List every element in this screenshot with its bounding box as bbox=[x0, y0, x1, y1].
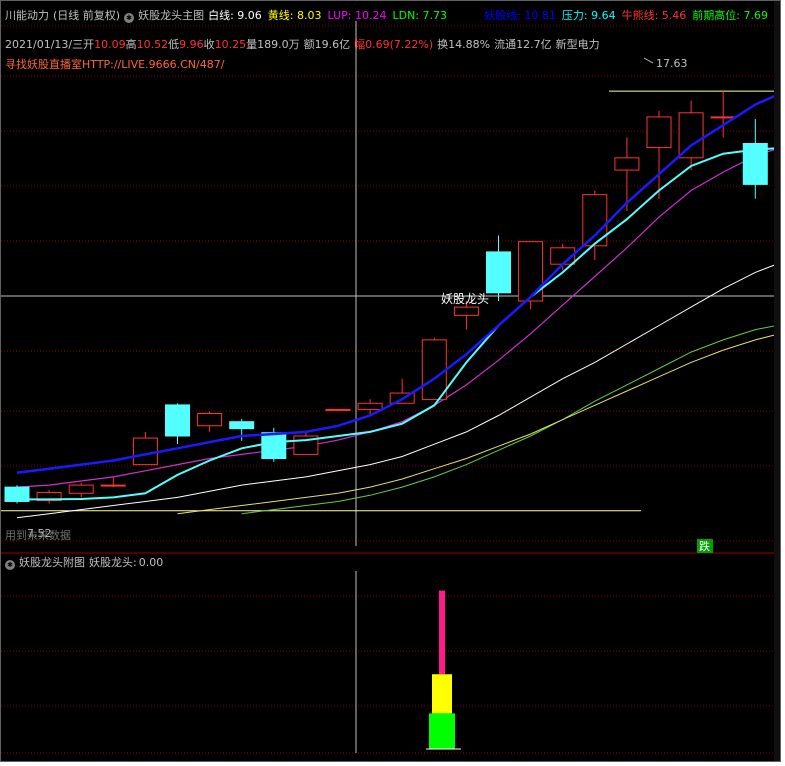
high-marker-arrow bbox=[643, 57, 654, 64]
candle-body-6 bbox=[197, 413, 223, 427]
price-chart[interactable]: 17.637.52用到未来数据妖股龙头跌 bbox=[1, 1, 781, 762]
change-label: 幅 bbox=[354, 38, 366, 51]
open-value: 10.09 bbox=[94, 38, 126, 51]
candle-body-5 bbox=[165, 404, 190, 437]
change-value: 0.69(7.22%) bbox=[365, 38, 434, 51]
cyan-line bbox=[17, 147, 780, 501]
low-value: 9.96 bbox=[179, 38, 204, 51]
candle-body-21 bbox=[678, 112, 704, 159]
indicator-values-right: 妖股线: 10.81 压力: 9.64 牛熊线: 5.46 前期高位: 7.69 bbox=[484, 9, 774, 23]
close-label: 收 bbox=[203, 38, 215, 51]
candle-body-2 bbox=[68, 484, 94, 494]
magenta-line bbox=[16, 147, 780, 488]
candle-body-14 bbox=[453, 306, 479, 316]
float-label: 流通 bbox=[494, 38, 517, 51]
candle-body-13 bbox=[421, 339, 447, 401]
candle-body-19 bbox=[614, 157, 640, 171]
turnover-label: 换 bbox=[437, 38, 449, 51]
indicator-value-1: 黄线: 8.03 bbox=[267, 9, 322, 22]
float-value: 12.7亿 bbox=[516, 38, 552, 51]
indicator-value-right-0: 妖股线: 10.81 bbox=[484, 9, 556, 22]
candle-body-20 bbox=[646, 116, 672, 149]
volume-label: 量 bbox=[246, 38, 258, 51]
indicator-value-right-3: 前期高位: 7.69 bbox=[692, 9, 768, 22]
main-chart-title: 妖股龙头主图 bbox=[138, 9, 205, 22]
turnover-value: 14.88% bbox=[448, 38, 491, 51]
period-label: (日线 前复权) bbox=[53, 9, 121, 22]
candle-body-3 bbox=[100, 484, 126, 487]
amount-value: 19.6亿 bbox=[314, 38, 351, 51]
indicator-value-0: 白线: 9.06 bbox=[208, 9, 262, 22]
high-label: 高 bbox=[125, 38, 137, 51]
sub-settings-gear-icon[interactable]: ✱ bbox=[5, 560, 15, 570]
indicator-header: 川能动力 (日线 前复权) ✱ 妖股龙头主图 白线: 9.06 黄线: 8.03 LUP: … bbox=[5, 9, 457, 23]
ad-link[interactable]: 寻找妖股直播室HTTP://LIVE.9666.CN/487/ bbox=[5, 58, 224, 72]
indicator-values-left: 白线: 9.06 黄线: 8.03 LUP: 10.24 LDN: 7.73 bbox=[208, 9, 453, 22]
indicator-value-right-2: 牛熊线: 5.46 bbox=[621, 9, 687, 22]
sub-chart-label: 妖股龙头 bbox=[89, 556, 133, 569]
sector-label: 新型电力 bbox=[555, 38, 600, 51]
candle-body-10 bbox=[325, 408, 351, 411]
white-line bbox=[16, 262, 780, 519]
low-label: 低 bbox=[168, 38, 180, 51]
quote-line: 2021/01/13/三开10.09高10.52低9.96收10.25量189.… bbox=[5, 38, 604, 52]
open-label: 开 bbox=[83, 38, 95, 51]
candle-body-15 bbox=[486, 251, 511, 294]
candle-body-16 bbox=[518, 241, 544, 302]
close-value: 10.25 bbox=[214, 38, 247, 51]
fall-badge: 跌 bbox=[699, 539, 710, 553]
sub-chart-header: ✱ 妖股龙头附图 妖股龙头: 0.00 bbox=[5, 556, 167, 570]
quote-date: 2021/01/13/三 bbox=[5, 38, 84, 51]
sub-bar-green bbox=[429, 713, 455, 749]
candle-body-22 bbox=[710, 116, 736, 119]
dragon-label: 妖股龙头 bbox=[441, 292, 489, 306]
settings-gear-icon[interactable]: ✱ bbox=[124, 13, 135, 23]
candle-body-8 bbox=[261, 432, 287, 459]
sub-bar-magenta bbox=[439, 590, 445, 675]
indicator-value-right-1: 压力: 9.64 bbox=[561, 9, 616, 22]
candle-body-4 bbox=[132, 437, 158, 466]
watermark-label: 用到未来数据 bbox=[5, 528, 71, 542]
indicator-value-2: LUP: 10.24 bbox=[327, 9, 387, 22]
right-scrollbar[interactable] bbox=[774, 1, 780, 761]
candle-body-7 bbox=[229, 421, 255, 430]
sub-chart-value: 0.00 bbox=[138, 556, 164, 569]
stock-name: 川能动力 bbox=[5, 9, 49, 22]
sub-bar-yellow bbox=[432, 674, 452, 714]
volume-value: 189.0万 bbox=[257, 38, 300, 51]
amount-label: 额 bbox=[303, 38, 315, 51]
chart-window: 17.63 7.52 用到未来数据 妖股龙头跌 川能动力 (日线 前复权) ✱ 妖股龙头主图… bbox=[0, 0, 781, 762]
high-marker-label: 17.63 bbox=[656, 57, 688, 70]
sub-chart-title: 妖股龙头附图 bbox=[19, 556, 85, 569]
green-line bbox=[241, 324, 780, 515]
high-value: 10.52 bbox=[136, 38, 169, 51]
indicator-value-3: LDN: 7.73 bbox=[392, 9, 447, 22]
candle-body-11 bbox=[357, 402, 383, 410]
